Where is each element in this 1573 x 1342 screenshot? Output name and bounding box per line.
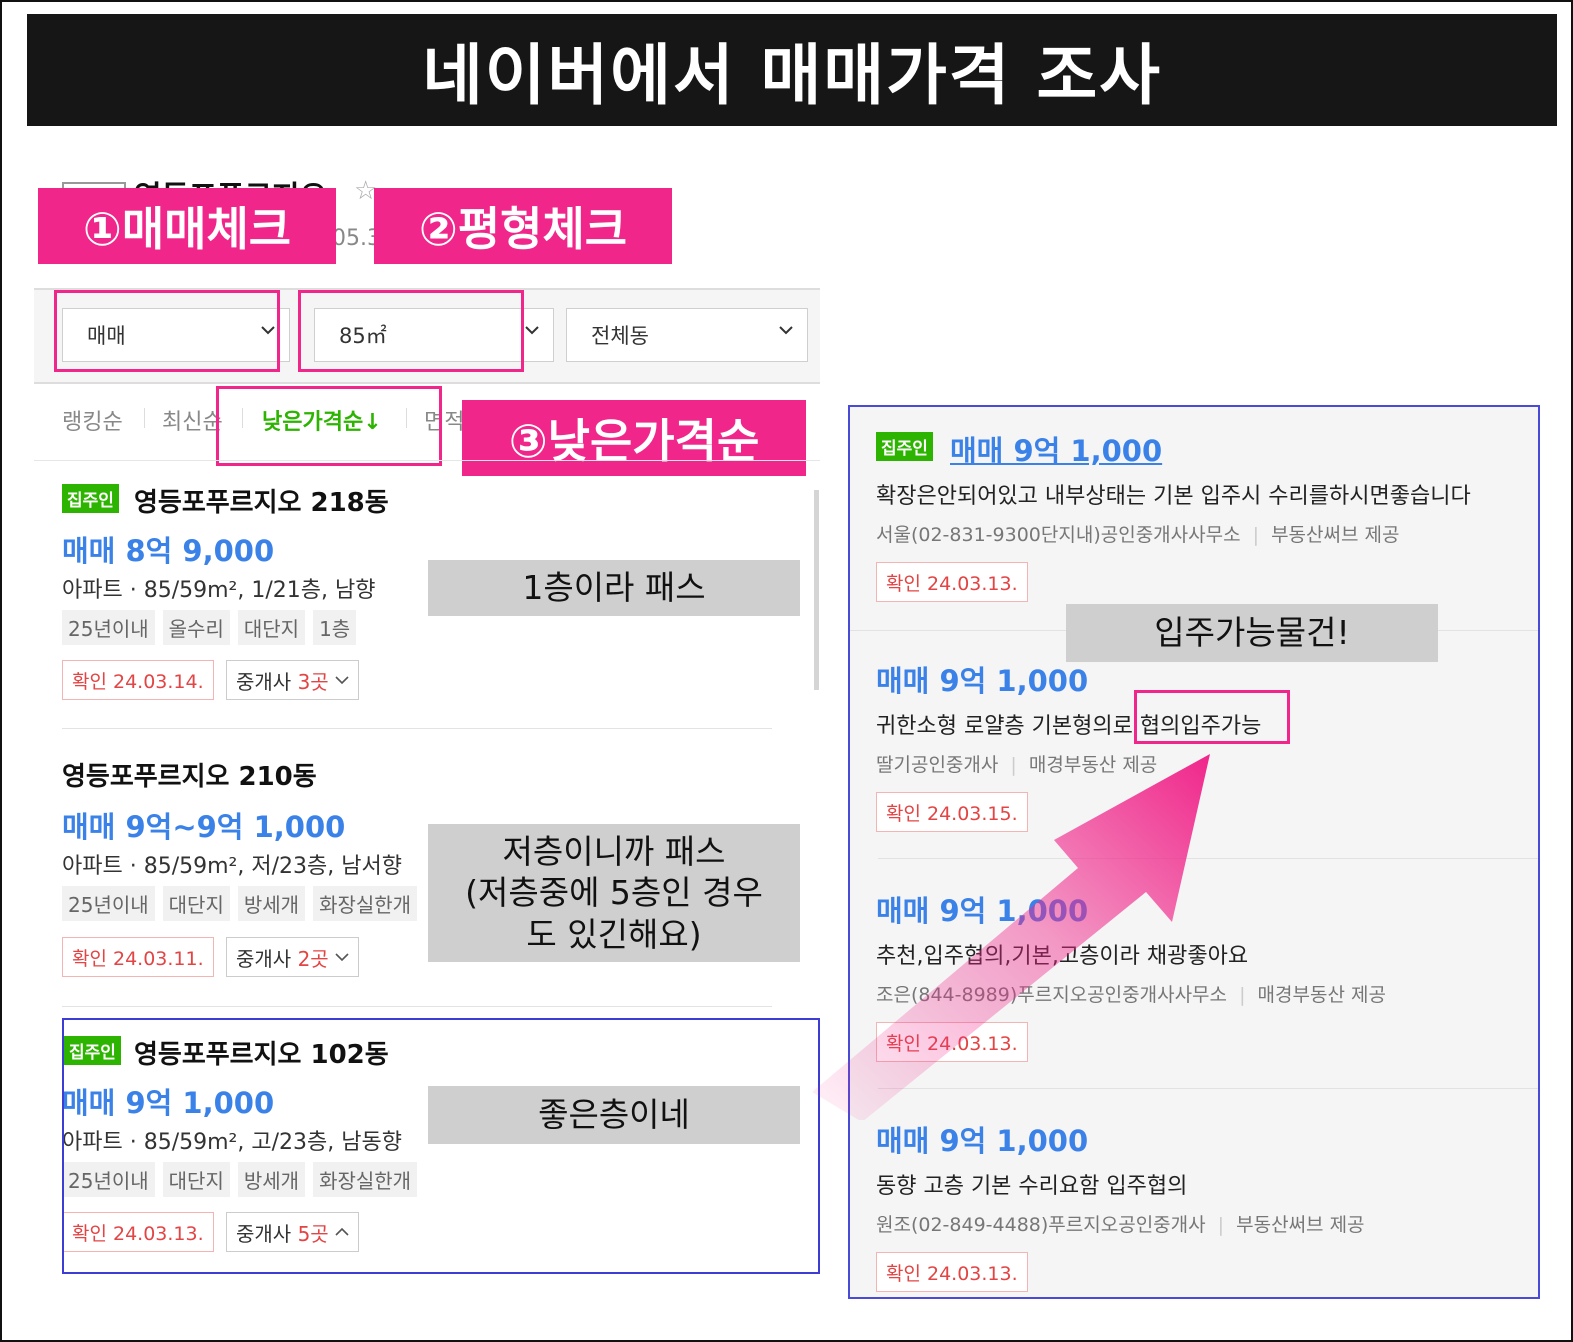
listing-title[interactable]: 영등포푸르지오 210동 (62, 756, 317, 793)
listing-desc: 동향 고층 기본 수리요함 입주협의 (876, 1174, 1188, 1199)
listing-divider (62, 728, 772, 729)
chevron-down-icon (779, 326, 793, 335)
confirm-date: 확인 24.03.13. (876, 1252, 1028, 1292)
owner-badge: 집주인 (62, 484, 119, 513)
confirm-date: 확인 24.03.11. (62, 937, 214, 977)
listing-price[interactable]: 매매 9억~9억 1,000 (62, 804, 345, 846)
step1-highlight (54, 290, 280, 372)
listing-tags: 25년이내 대단지 방세개 화장실한개 (62, 886, 418, 921)
confirm-date: 확인 24.03.13. (876, 562, 1028, 602)
dong-value: 전체동 (591, 324, 649, 348)
chevron-down-icon (335, 953, 349, 962)
move-in-highlight (1134, 690, 1290, 744)
step1-label: ①매매체크 (38, 188, 336, 264)
dong-select[interactable]: 전체동 (566, 308, 808, 362)
step3-highlight (216, 386, 442, 466)
provider: 부동산써브 제공 (1236, 1214, 1365, 1236)
tag: 화장실한개 (313, 886, 418, 921)
step3-label: ③낮은가격순 (462, 400, 806, 476)
tag: 올수리 (162, 610, 230, 645)
agent-name: 서울(02-831-9300단지내)공인중개사사무소 (876, 524, 1241, 546)
page-title: 네이버에서 매매가격 조사 (27, 14, 1557, 126)
tag: 대단지 (162, 886, 230, 921)
note-1: 1층이라 패스 (428, 560, 800, 616)
agent-count-button[interactable]: 중개사 2곳 (226, 937, 359, 977)
selected-listing-highlight (62, 1018, 820, 1274)
listing-price[interactable]: 매매 9억 1,000 (876, 658, 1088, 700)
sort-ranking[interactable]: 랭킹순 (62, 404, 123, 436)
agent-label: 중개사 (236, 946, 292, 971)
desc-text: 귀한소형 로얄층 기본형의로 (876, 714, 1140, 739)
tag: 방세개 (237, 886, 306, 921)
arrow-icon (812, 754, 1210, 1120)
agent-label: 중개사 (236, 669, 292, 694)
listing-spec: 아파트 · 85/59m², 저/23층, 남서향 (62, 854, 402, 879)
agent-count: 2곳 (297, 946, 329, 971)
scrollbar[interactable] (814, 490, 819, 690)
listing-price-link[interactable]: 매매 9억 1,000 (950, 428, 1162, 470)
tag: 25년이내 (62, 610, 155, 645)
step2-highlight (298, 290, 524, 372)
sort-latest[interactable]: 최신순 (162, 404, 223, 436)
agent-name: 원조(02-849-4488)푸르지오공인중개사 (876, 1214, 1206, 1236)
separator: | (1252, 524, 1260, 546)
listing-tags: 25년이내 올수리 대단지 1층 (62, 610, 357, 645)
agent-count: 3곳 (297, 669, 329, 694)
sort-divider (34, 460, 820, 461)
confirm-date: 확인 24.03.14. (62, 660, 214, 700)
sort-separator (144, 408, 145, 428)
tag: 대단지 (237, 610, 306, 645)
agent-info: 서울(02-831-9300단지내)공인중개사사무소 | 부동산써브 제공 (876, 520, 1399, 547)
separator: | (1239, 984, 1246, 1006)
owner-badge: 집주인 (876, 432, 933, 461)
provider: 부동산써브 제공 (1271, 524, 1400, 546)
agent-info: 원조(02-849-4488)푸르지오공인중개사 | 부동산써브 제공 (876, 1210, 1365, 1237)
separator: | (1217, 1214, 1225, 1236)
note-2: 저층이니까 패스 (저층중에 5층인 경우 도 있긴해요) (428, 824, 800, 962)
listing-spec: 아파트 · 85/59m², 1/21층, 남향 (62, 578, 376, 603)
listing-price[interactable]: 매매 9억 1,000 (876, 1118, 1088, 1160)
step2-label: ②평형체크 (374, 188, 672, 264)
tag: 25년이내 (62, 886, 155, 921)
listing-price[interactable]: 매매 8억 9,000 (62, 528, 274, 570)
listing-divider (62, 1006, 772, 1007)
chevron-down-icon (525, 326, 539, 335)
note-move-in: 입주가능물건! (1066, 604, 1438, 662)
listing-title[interactable]: 영등포푸르지오 218동 (134, 482, 389, 519)
chevron-down-icon (335, 676, 349, 685)
tag: 1층 (313, 610, 357, 645)
agent-count-button[interactable]: 중개사 3곳 (226, 660, 359, 700)
provider: 매경부동산 제공 (1257, 984, 1386, 1006)
listing-desc: 확장은안되어있고 내부상태는 기본 입주시 수리를하시면좋습니다 (876, 484, 1471, 509)
